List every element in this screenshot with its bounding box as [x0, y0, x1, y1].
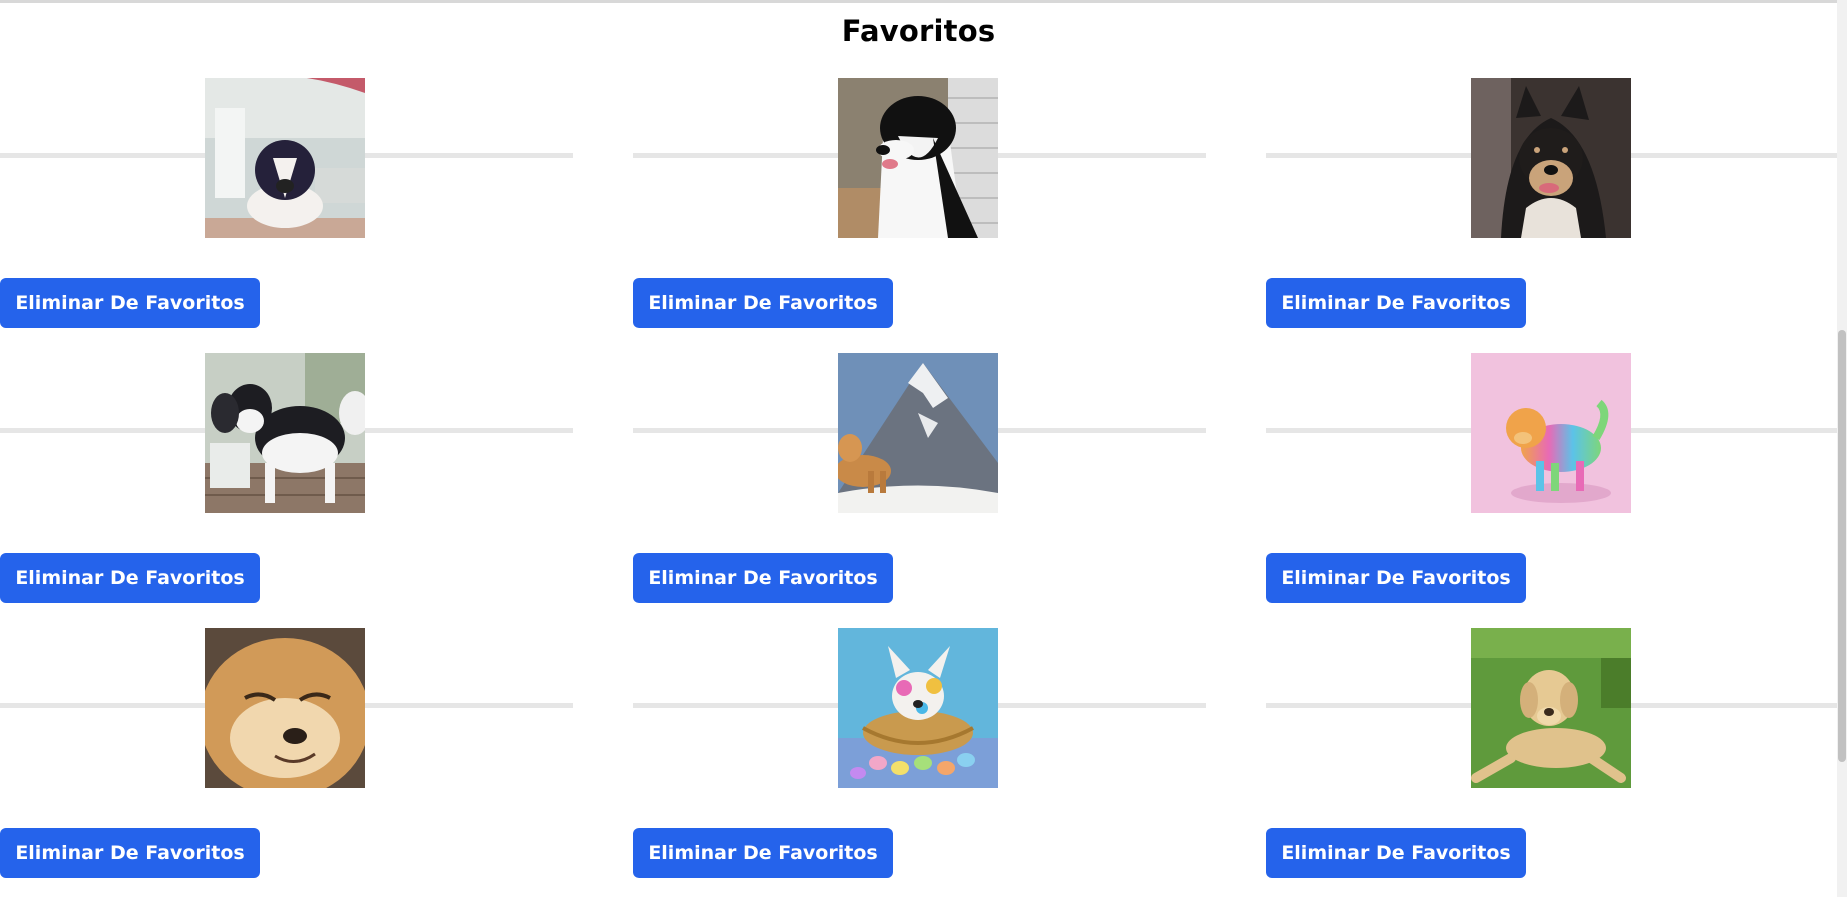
remove-favorite-button[interactable]: Eliminar De Favoritos — [0, 828, 260, 878]
favorites-grid: Eliminar De Favoritos Eliminar De Favori… — [0, 0, 1839, 897]
scrollbar-track[interactable] — [1837, 0, 1847, 897]
favorite-card: Eliminar De Favoritos — [1266, 353, 1839, 628]
remove-favorite-button[interactable]: Eliminar De Favoritos — [633, 278, 893, 328]
favorite-card: Eliminar De Favoritos — [0, 353, 573, 628]
favorite-card: Eliminar De Favoritos — [633, 353, 1206, 628]
remove-favorite-button[interactable]: Eliminar De Favoritos — [0, 553, 260, 603]
dog-image — [205, 353, 365, 513]
dog-image — [205, 78, 365, 238]
remove-favorite-button[interactable]: Eliminar De Favoritos — [633, 828, 893, 878]
remove-favorite-button[interactable]: Eliminar De Favoritos — [1266, 278, 1526, 328]
remove-favorite-button[interactable]: Eliminar De Favoritos — [0, 278, 260, 328]
dog-image — [838, 78, 998, 238]
favorite-card: Eliminar De Favoritos — [0, 78, 573, 353]
remove-favorite-button[interactable]: Eliminar De Favoritos — [1266, 553, 1526, 603]
favorite-card: Eliminar De Favoritos — [633, 628, 1206, 903]
dog-image — [838, 628, 998, 788]
favorite-card: Eliminar De Favoritos — [633, 78, 1206, 353]
dog-image — [1471, 628, 1631, 788]
dog-image — [1471, 353, 1631, 513]
favorite-card: Eliminar De Favoritos — [1266, 78, 1839, 353]
remove-favorite-button[interactable]: Eliminar De Favoritos — [633, 553, 893, 603]
dog-image — [1471, 78, 1631, 238]
scrollbar-thumb[interactable] — [1838, 330, 1846, 762]
favorite-card: Eliminar De Favoritos — [0, 628, 573, 903]
remove-favorite-button[interactable]: Eliminar De Favoritos — [1266, 828, 1526, 878]
dog-image — [205, 628, 365, 788]
dog-image — [838, 353, 998, 513]
favorite-card: Eliminar De Favoritos — [1266, 628, 1839, 903]
